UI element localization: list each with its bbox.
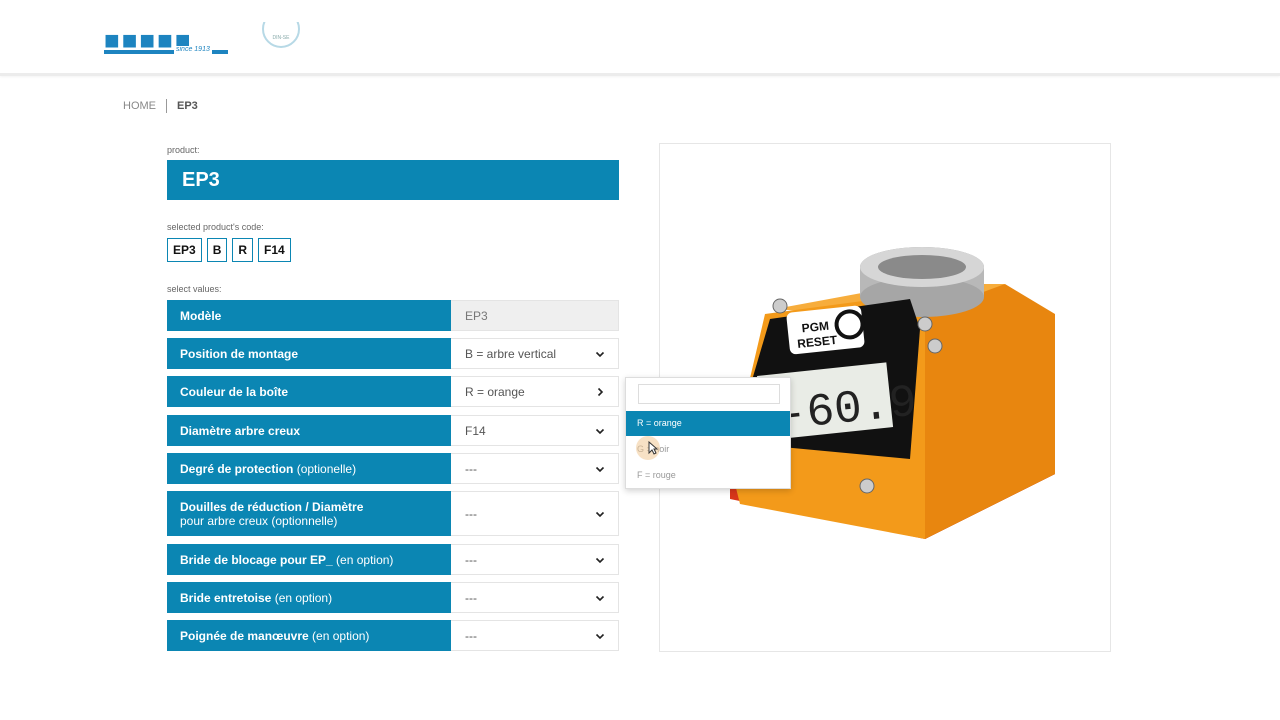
option-label-text: Poignée de manœuvre bbox=[180, 628, 309, 643]
option-row-diametre: Diamètre arbre creux F14 bbox=[167, 415, 619, 446]
option-value: EP3 bbox=[465, 308, 488, 323]
option-label-sub: (en option) bbox=[312, 628, 370, 643]
display-top-label: PGM bbox=[801, 319, 830, 336]
chevron-right-icon bbox=[597, 387, 604, 396]
option-value: --- bbox=[465, 628, 477, 643]
option-value: R = orange bbox=[465, 384, 525, 399]
chevron-down-icon bbox=[595, 351, 605, 357]
option-label: Degré de protection (optionelle) bbox=[167, 453, 451, 484]
protection-select[interactable]: --- bbox=[451, 453, 619, 484]
option-label: Bride entretoise (en option) bbox=[167, 582, 451, 613]
option-value: --- bbox=[465, 506, 477, 521]
chevron-down-icon bbox=[595, 595, 605, 601]
option-label-text: Douilles de réduction / Diamètre bbox=[180, 499, 364, 514]
code-segment: EP3 bbox=[167, 238, 202, 262]
option-label-text: Diamètre arbre creux bbox=[180, 423, 301, 438]
option-label: Position de montage bbox=[167, 338, 451, 369]
dropdown-option[interactable]: F = rouge bbox=[626, 463, 790, 488]
option-label-text: Couleur de la boîte bbox=[180, 384, 289, 399]
mouse-pointer-icon bbox=[648, 441, 658, 455]
diametre-select[interactable]: F14 bbox=[451, 415, 619, 446]
option-label-text: Bride de blocage pour EP_ bbox=[180, 552, 333, 567]
option-label-text: Degré de protection bbox=[180, 461, 294, 476]
breadcrumb: HOME EP3 bbox=[123, 99, 198, 113]
brand-logo[interactable]: ■■■■■ since 1913 bbox=[104, 33, 230, 57]
option-row-bride-blocage: Bride de blocage pour EP_ (en option) --… bbox=[167, 544, 619, 575]
option-label-text: Position de montage bbox=[180, 346, 299, 361]
modele-field: EP3 bbox=[451, 300, 619, 331]
site-header: ■■■■■ since 1913 DIN-SE bbox=[0, 0, 1280, 76]
poignee-select[interactable]: --- bbox=[451, 620, 619, 651]
chevron-down-icon bbox=[595, 633, 605, 639]
option-value: B = arbre vertical bbox=[465, 346, 557, 361]
option-row-couleur: Couleur de la boîte R = orange bbox=[167, 376, 619, 407]
option-row-bride-entretoise: Bride entretoise (en option) --- bbox=[167, 582, 619, 613]
option-label-sub: pour arbre creux (optionnelle) bbox=[180, 513, 338, 528]
option-label: Modèle bbox=[167, 300, 451, 331]
option-label-sub: (en option) bbox=[336, 552, 394, 567]
option-row-modele: Modèle EP3 bbox=[167, 300, 619, 331]
product-title: EP3 bbox=[167, 160, 619, 200]
option-label-text: Modèle bbox=[180, 308, 222, 323]
product-label: product: bbox=[167, 145, 200, 155]
chevron-down-icon bbox=[595, 557, 605, 563]
bride-blocage-select[interactable]: --- bbox=[451, 544, 619, 575]
dropdown-option[interactable]: R = orange bbox=[626, 411, 790, 436]
badge-text: DIN-SE bbox=[272, 35, 290, 41]
option-label: Diamètre arbre creux bbox=[167, 415, 451, 446]
code-segment: B bbox=[206, 238, 228, 262]
option-value: --- bbox=[465, 552, 477, 567]
certification-badge: DIN-SE bbox=[261, 22, 301, 52]
code-segment: F14 bbox=[258, 238, 291, 262]
douilles-select[interactable]: --- bbox=[451, 491, 619, 536]
dropdown-search-input[interactable] bbox=[638, 384, 780, 404]
breadcrumb-separator bbox=[166, 99, 167, 113]
select-values-label: select values: bbox=[167, 284, 222, 294]
option-row-douilles: Douilles de réduction / Diamètre pour ar… bbox=[167, 491, 619, 536]
option-row-poignee: Poignée de manœuvre (en option) --- bbox=[167, 620, 619, 651]
chevron-down-icon bbox=[595, 511, 605, 517]
option-value: --- bbox=[465, 590, 477, 605]
couleur-select[interactable]: R = orange bbox=[451, 376, 619, 407]
code-segment: R bbox=[232, 238, 254, 262]
chevron-down-icon bbox=[595, 428, 605, 434]
option-label: Douilles de réduction / Diamètre pour ar… bbox=[167, 491, 451, 536]
option-label-text: Bride entretoise bbox=[180, 590, 272, 605]
product-code: EP3 B R F14 bbox=[167, 238, 291, 262]
option-value: --- bbox=[465, 461, 477, 476]
position-select[interactable]: B = arbre vertical bbox=[451, 338, 619, 369]
bride-entretoise-select[interactable]: --- bbox=[451, 582, 619, 613]
breadcrumb-home-link[interactable]: HOME bbox=[123, 100, 156, 112]
option-label-sub: (en option) bbox=[274, 590, 333, 605]
option-label: Couleur de la boîte bbox=[167, 376, 451, 407]
code-label: selected product's code: bbox=[167, 222, 264, 232]
option-value: F14 bbox=[465, 423, 486, 438]
option-row-position: Position de montage B = arbre vertical bbox=[167, 338, 619, 369]
chevron-down-icon bbox=[595, 466, 605, 472]
logo-tagline: since 1913 bbox=[174, 46, 212, 54]
option-label-sub: (optionelle) bbox=[296, 461, 357, 476]
option-label: Bride de blocage pour EP_ (en option) bbox=[167, 544, 451, 575]
option-row-protection: Degré de protection (optionelle) --- bbox=[167, 453, 619, 484]
breadcrumb-current: EP3 bbox=[177, 100, 198, 112]
couleur-dropdown: R = orange G = noir F = rouge bbox=[625, 377, 791, 489]
option-label: Poignée de manœuvre (en option) bbox=[167, 620, 451, 651]
